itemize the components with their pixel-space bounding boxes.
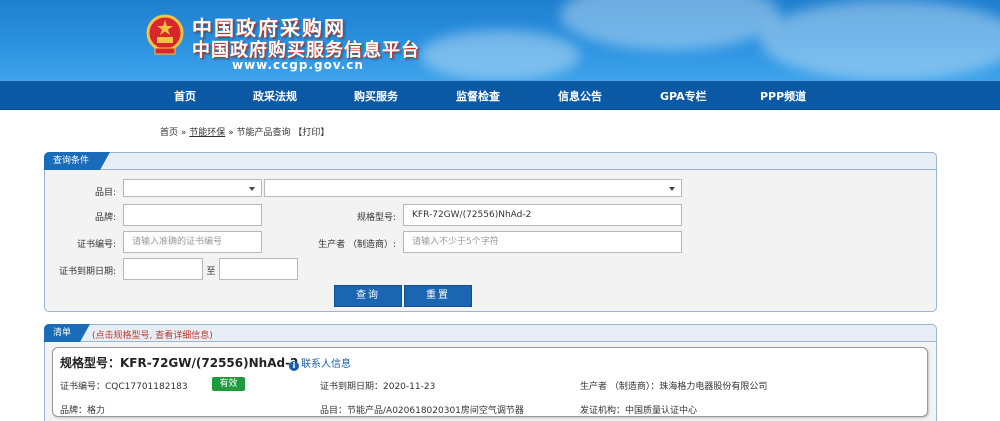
print-link[interactable]: 【打印】 bbox=[291, 128, 329, 138]
contact-info-label: 联系人信息 bbox=[301, 359, 351, 370]
model-label: 规格型号: bbox=[356, 213, 396, 223]
expiry-start-input[interactable] bbox=[123, 258, 203, 280]
result-brand: 品牌：格力 bbox=[60, 406, 106, 416]
nav-item-ppp[interactable]: PPP频道 bbox=[760, 88, 806, 104]
reset-button[interactable]: 重置 bbox=[404, 285, 472, 307]
site-url: www.ccgp.gov.cn bbox=[232, 58, 364, 72]
nav-item-purchase-services[interactable]: 购买服务 bbox=[354, 88, 398, 104]
list-tab: 清单 bbox=[44, 324, 90, 342]
producer-input-placeholder: 请输入不少于5个字符 bbox=[412, 237, 499, 247]
result-cert-no: 证书编号：CQC17701182183 bbox=[60, 382, 188, 392]
header-cloud-decoration bbox=[420, 30, 580, 80]
cert-label: 证书编号: bbox=[76, 240, 116, 250]
category-select-secondary[interactable] bbox=[264, 179, 682, 197]
contact-info-link[interactable]: i 联系人信息 bbox=[289, 355, 351, 371]
nav-item-announcements[interactable]: 信息公告 bbox=[558, 88, 602, 104]
cert-input[interactable]: 请输入准确的证书编号 bbox=[123, 231, 262, 253]
brand-label: 品牌: bbox=[94, 213, 116, 223]
breadcrumb-separator: » bbox=[178, 128, 190, 138]
result-producer: 生产者 （制造商）：珠海格力电器股份有限公司 bbox=[580, 382, 768, 392]
brand-input[interactable] bbox=[123, 204, 262, 226]
chevron-down-icon bbox=[249, 187, 255, 191]
to-label: 至 bbox=[206, 267, 216, 277]
chevron-down-icon bbox=[669, 187, 675, 191]
search-button[interactable]: 查询 bbox=[334, 285, 402, 307]
breadcrumb-current: 节能产品查询 bbox=[236, 128, 291, 138]
expiry-label: 证书到期日期: bbox=[58, 267, 116, 277]
category-select-primary[interactable] bbox=[123, 179, 262, 197]
breadcrumb-home[interactable]: 首页 bbox=[160, 128, 178, 138]
model-input[interactable]: KFR-72GW/(72556)NhAd-2 bbox=[403, 204, 682, 226]
nav-item-regulations[interactable]: 政采法规 bbox=[253, 88, 297, 104]
site-header: 中国政府采购网 中国政府购买服务信息平台 www.ccgp.gov.cn bbox=[0, 0, 1000, 80]
main-nav: 首页 政采法规 购买服务 监督检查 信息公告 GPA专栏 PPP频道 bbox=[0, 80, 1000, 110]
list-hint: (点击规格型号, 查看详细信息) bbox=[92, 331, 213, 341]
expiry-end-input[interactable] bbox=[219, 258, 298, 280]
result-model-title[interactable]: 规格型号：KFR-72GW/(72556)NhAd-2 bbox=[60, 354, 298, 371]
category-label: 品目: bbox=[94, 188, 116, 198]
producer-input[interactable]: 请输入不少于5个字符 bbox=[403, 231, 682, 253]
cert-input-placeholder: 请输入准确的证书编号 bbox=[132, 237, 223, 247]
producer-label: 生产者 （制造商）: bbox=[318, 240, 396, 250]
results-panel-header: 清单 (点击规格型号, 查看详细信息) bbox=[44, 324, 936, 342]
header-cloud-decoration bbox=[760, 0, 1000, 80]
result-card: 规格型号：KFR-72GW/(72556)NhAd-2 i 联系人信息 证书编号：… bbox=[52, 347, 928, 417]
nav-item-gpa[interactable]: GPA专栏 bbox=[660, 88, 707, 104]
result-category: 品目：节能产品/A020618020301房间空气调节器 bbox=[320, 406, 524, 416]
query-panel-header: 查询条件 bbox=[44, 152, 936, 170]
breadcrumb-separator: » bbox=[225, 128, 237, 138]
breadcrumb-category[interactable]: 节能环保 bbox=[189, 128, 225, 138]
breadcrumb: 首页 » 节能环保 » 节能产品查询 【打印】 bbox=[160, 125, 329, 138]
result-issuer: 发证机构：中国质量认证中心 bbox=[580, 406, 698, 416]
national-emblem-icon bbox=[146, 14, 184, 55]
nav-item-supervision[interactable]: 监督检查 bbox=[456, 88, 500, 104]
info-icon: i bbox=[289, 361, 299, 371]
status-badge: 有效 bbox=[212, 377, 245, 391]
result-expiry: 证书到期日期：2020-11-23 bbox=[320, 382, 436, 392]
query-conditions-tab: 查询条件 bbox=[44, 152, 110, 170]
nav-item-home[interactable]: 首页 bbox=[174, 88, 196, 104]
header-cloud-decoration bbox=[560, 0, 780, 50]
